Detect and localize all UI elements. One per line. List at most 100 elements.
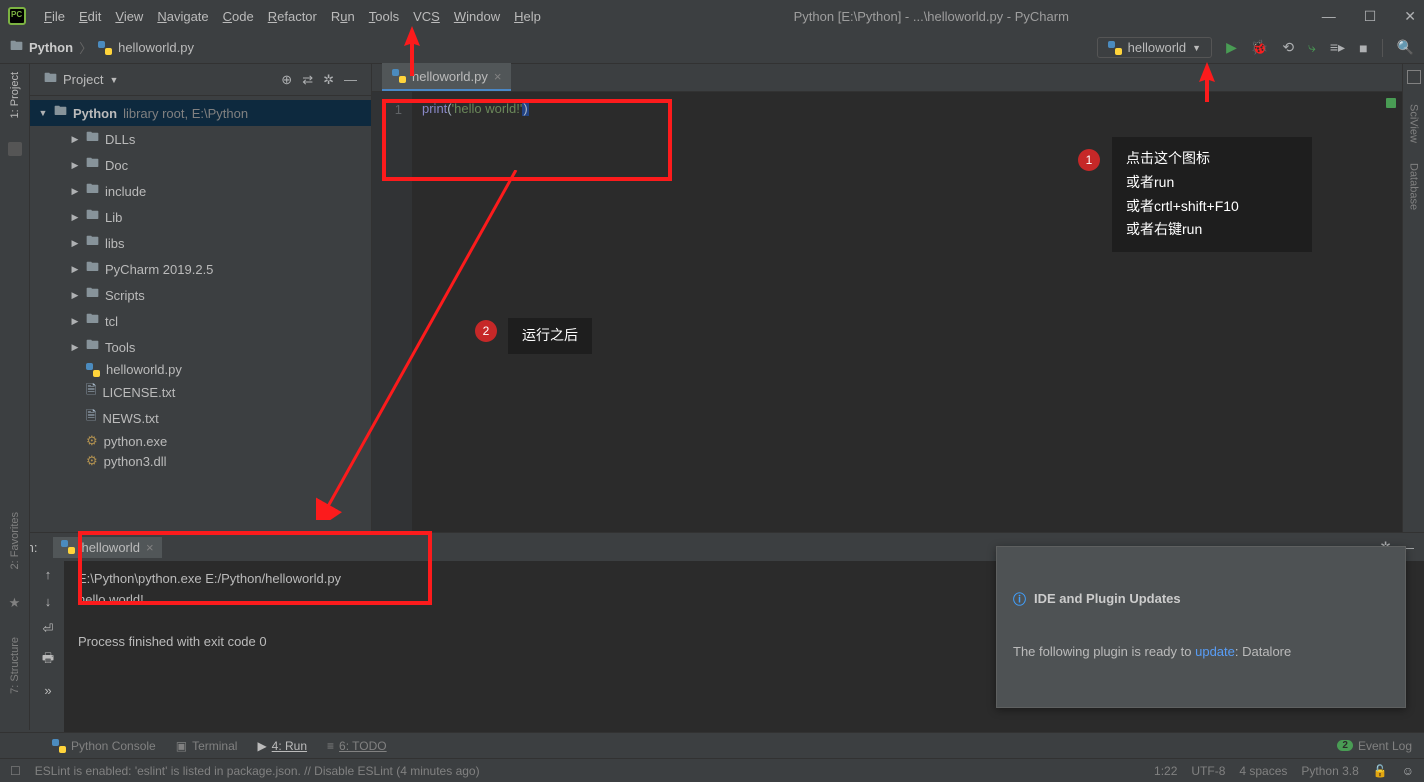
up-button[interactable]: ↑ bbox=[45, 567, 52, 582]
debug-button[interactable]: 🐞 bbox=[1251, 39, 1268, 56]
menu-refactor[interactable]: Refactor bbox=[268, 9, 317, 24]
tab-event-log[interactable]: 2Event Log bbox=[1337, 739, 1412, 753]
menu-window[interactable]: Window bbox=[454, 9, 500, 24]
tree-item[interactable]: ▶🖿Scripts bbox=[30, 282, 371, 308]
expand-arrow-icon[interactable]: ▶ bbox=[70, 212, 80, 223]
python-icon bbox=[52, 739, 66, 753]
project-tree[interactable]: ▼ 🖿 Python library root, E:\Python ▶🖿DLL… bbox=[30, 96, 371, 532]
close-button[interactable]: ✕ bbox=[1404, 8, 1416, 25]
menu-file[interactable]: File bbox=[44, 9, 65, 24]
menu-edit[interactable]: Edit bbox=[79, 9, 101, 24]
expand-arrow-icon[interactable]: ▶ bbox=[70, 238, 80, 249]
status-message[interactable]: ☐ bbox=[10, 764, 21, 778]
expand-arrow-icon[interactable]: ▶ bbox=[70, 160, 80, 171]
window-title: Python [E:\Python] - ...\helloworld.py -… bbox=[541, 9, 1322, 24]
concurrency-button[interactable]: ≡▸ bbox=[1330, 39, 1345, 56]
editor-tab[interactable]: helloworld.py × bbox=[382, 63, 511, 91]
tree-item[interactable]: ⚙python.exe bbox=[30, 431, 371, 451]
project-view-selector[interactable]: 🖿 Project ▼ bbox=[44, 69, 118, 91]
run-button[interactable]: ▶ bbox=[1226, 39, 1237, 56]
update-link[interactable]: update bbox=[1195, 644, 1235, 659]
menu-code[interactable]: Code bbox=[223, 9, 254, 24]
tree-item[interactable]: helloworld.py bbox=[30, 360, 371, 379]
notification-popup[interactable]: ⓘIDE and Plugin Updates The following pl… bbox=[996, 546, 1406, 708]
tree-item[interactable]: ▶🖿tcl bbox=[30, 308, 371, 334]
run-console-output[interactable]: E:\Python\python.exe E:/Python/helloworl… bbox=[64, 561, 1424, 732]
expand-arrow-icon[interactable]: ▶ bbox=[70, 134, 80, 145]
inspection-indicator[interactable] bbox=[1386, 98, 1396, 108]
status-message-text: ESLint is enabled: 'eslint' is listed in… bbox=[35, 764, 480, 778]
folder-icon: 🖿 bbox=[86, 128, 99, 150]
python-interpreter[interactable]: Python 3.8 bbox=[1301, 764, 1358, 778]
tree-item[interactable]: 🗎LICENSE.txt bbox=[30, 379, 371, 405]
more-button[interactable]: » bbox=[44, 683, 51, 698]
indent-settings[interactable]: 4 spaces bbox=[1239, 764, 1287, 778]
tree-item[interactable]: ▶🖿include bbox=[30, 178, 371, 204]
maximize-button[interactable]: ☐ bbox=[1364, 8, 1377, 25]
run-configuration-selector[interactable]: helloworld ▼ bbox=[1097, 37, 1212, 58]
tree-item-label: NEWS.txt bbox=[102, 411, 158, 426]
tab-sciview[interactable]: SciView bbox=[1408, 104, 1420, 143]
tab-python-console[interactable]: Python Console bbox=[52, 739, 156, 753]
expand-arrow-icon[interactable]: ▶ bbox=[70, 316, 80, 327]
tab-run[interactable]: ▶4: Run bbox=[257, 739, 307, 753]
bottom-tool-tabs: Python Console ▣Terminal ▶4: Run ≡6: TOD… bbox=[0, 732, 1424, 758]
tree-item-label: include bbox=[105, 184, 146, 199]
tree-item[interactable]: 🗎NEWS.txt bbox=[30, 405, 371, 431]
expand-arrow-icon[interactable]: ▶ bbox=[70, 186, 80, 197]
caret-position[interactable]: 1:22 bbox=[1154, 764, 1177, 778]
folder-icon: 🖿 bbox=[10, 37, 23, 59]
tree-item[interactable]: ▶🖿Lib bbox=[30, 204, 371, 230]
locate-button[interactable]: ⊕ bbox=[281, 72, 292, 88]
expand-arrow-icon[interactable]: ▶ bbox=[70, 290, 80, 301]
menu-run[interactable]: Run bbox=[331, 9, 355, 24]
tab-favorites[interactable]: 2: Favorites bbox=[9, 508, 21, 573]
menu-navigate[interactable]: Navigate bbox=[157, 9, 208, 24]
print-button[interactable]: 🖶 bbox=[42, 649, 54, 671]
title-bar: File Edit View Navigate Code Refactor Ru… bbox=[0, 0, 1424, 32]
tree-item[interactable]: ▶🖿Tools bbox=[30, 334, 371, 360]
annotation-text-2: 运行之后 bbox=[508, 318, 592, 354]
tab-todo[interactable]: ≡6: TODO bbox=[327, 739, 387, 753]
main-menu: File Edit View Navigate Code Refactor Ru… bbox=[44, 9, 541, 24]
run-tab[interactable]: helloworld × bbox=[53, 537, 161, 558]
tab-database[interactable]: Database bbox=[1408, 163, 1420, 210]
tab-structure[interactable]: 7: Structure bbox=[9, 633, 21, 698]
readonly-toggle[interactable]: 🔓 bbox=[1373, 764, 1388, 778]
profile-button[interactable]: ⤷ bbox=[1308, 39, 1316, 56]
tree-item[interactable]: ▶🖿Doc bbox=[30, 152, 371, 178]
file-encoding[interactable]: UTF-8 bbox=[1191, 764, 1225, 778]
nav-icon[interactable] bbox=[1407, 70, 1421, 84]
coverage-button[interactable]: ⟲ bbox=[1282, 39, 1294, 56]
hide-button[interactable]: — bbox=[344, 72, 357, 87]
menu-help[interactable]: Help bbox=[514, 9, 541, 24]
expand-arrow-icon[interactable]: ▶ bbox=[70, 264, 80, 275]
search-everywhere-button[interactable]: 🔍 bbox=[1397, 39, 1414, 56]
tree-item[interactable]: ▶🖿libs bbox=[30, 230, 371, 256]
menu-view[interactable]: View bbox=[115, 9, 143, 24]
expand-all-button[interactable]: ⇄ bbox=[302, 72, 313, 88]
hector-icon[interactable]: ☺ bbox=[1402, 764, 1414, 778]
down-button[interactable]: ↓ bbox=[45, 594, 52, 609]
stop-button[interactable]: ■ bbox=[1359, 40, 1367, 56]
breadcrumb[interactable]: 🖿 Python 〉 helloworld.py bbox=[10, 37, 194, 59]
expand-arrow-icon[interactable]: ▼ bbox=[38, 108, 48, 118]
python-file-icon bbox=[392, 69, 406, 83]
expand-arrow-icon[interactable]: ▶ bbox=[70, 342, 80, 353]
breadcrumb-file[interactable]: helloworld.py bbox=[118, 40, 194, 55]
close-tab-button[interactable]: × bbox=[146, 540, 154, 555]
wrap-button[interactable]: ⏎ bbox=[43, 621, 54, 637]
tree-item[interactable]: ▶🖿PyCharm 2019.2.5 bbox=[30, 256, 371, 282]
bookmark-icon[interactable] bbox=[8, 142, 22, 156]
menu-vcs[interactable]: VCS bbox=[413, 9, 440, 24]
tree-root[interactable]: ▼ 🖿 Python library root, E:\Python bbox=[30, 100, 371, 126]
tree-item[interactable]: ⚙python3.dll bbox=[30, 451, 371, 471]
settings-button[interactable]: ✲ bbox=[323, 72, 334, 88]
menu-tools[interactable]: Tools bbox=[369, 9, 399, 24]
close-tab-button[interactable]: × bbox=[494, 69, 502, 84]
minimize-button[interactable]: — bbox=[1322, 8, 1336, 25]
tab-project[interactable]: 1: Project bbox=[9, 68, 21, 122]
breadcrumb-root[interactable]: Python bbox=[29, 40, 73, 55]
tab-terminal[interactable]: ▣Terminal bbox=[176, 739, 238, 753]
tree-item[interactable]: ▶🖿DLLs bbox=[30, 126, 371, 152]
